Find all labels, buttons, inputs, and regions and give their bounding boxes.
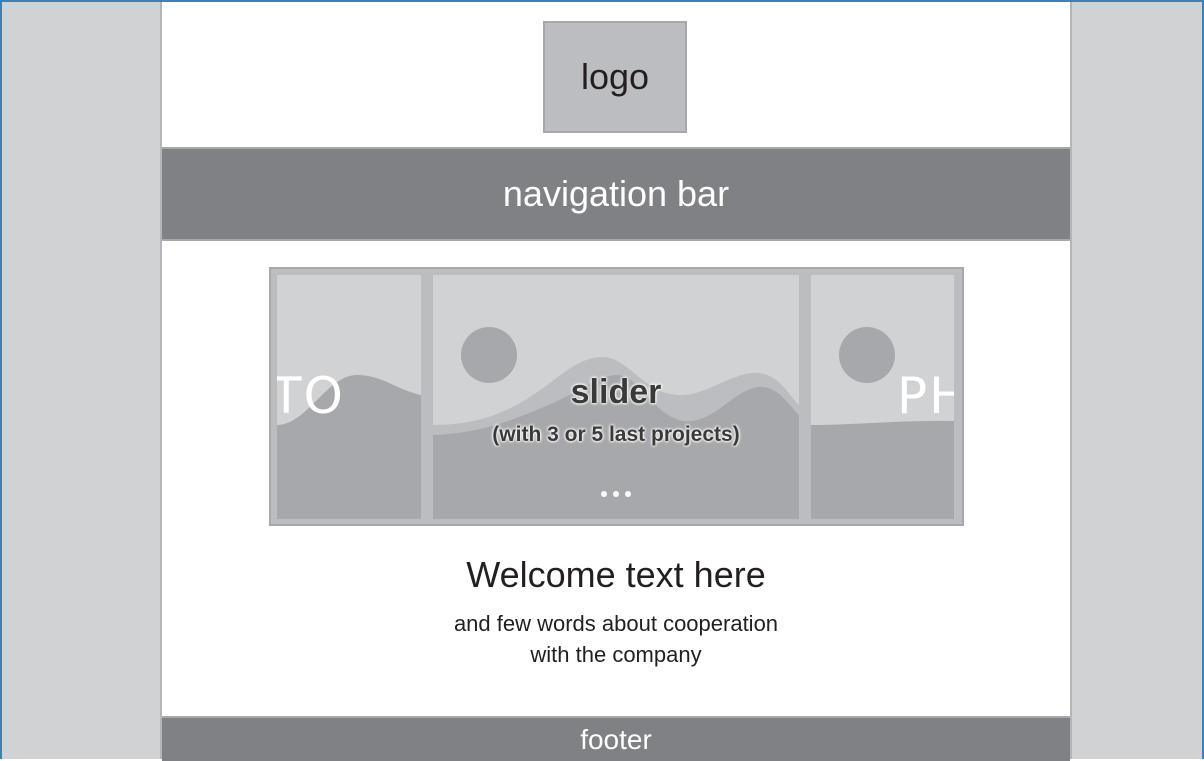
slider-subtitle: (with 3 or 5 last projects)	[492, 423, 740, 446]
logo-label: logo	[580, 56, 650, 97]
slide-next[interactable]: PH	[811, 275, 954, 519]
slide-previous-text: TO	[277, 367, 345, 425]
footer-label: footer	[580, 724, 652, 755]
project-slider[interactable]: TO PH slider (with 3 or 5 last projects)	[269, 267, 964, 526]
page-column: logo navigation bar TO PH slider (with 3…	[160, 2, 1072, 761]
navigation-bar[interactable]: navigation bar	[162, 147, 1070, 241]
welcome-description: and few words about cooperation with the…	[162, 608, 1070, 670]
footer: footer	[162, 716, 1070, 761]
slider-title: slider	[570, 373, 662, 411]
slide-next-text: PH	[897, 367, 954, 425]
logo-placeholder[interactable]: logo	[543, 21, 687, 133]
slider-dot[interactable]	[601, 491, 607, 497]
slide-previous[interactable]: TO	[277, 275, 421, 519]
slider-dot[interactable]	[613, 491, 619, 497]
welcome-heading: Welcome text here	[466, 554, 766, 595]
wireframe-frame: logo navigation bar TO PH slider (with 3…	[0, 0, 1204, 761]
slider-pagination[interactable]	[433, 491, 799, 497]
welcome-line-1: and few words about cooperation	[453, 611, 779, 636]
slider-dot[interactable]	[625, 491, 631, 497]
welcome-line-2: with the company	[530, 642, 702, 667]
navigation-bar-label: navigation bar	[502, 173, 730, 214]
